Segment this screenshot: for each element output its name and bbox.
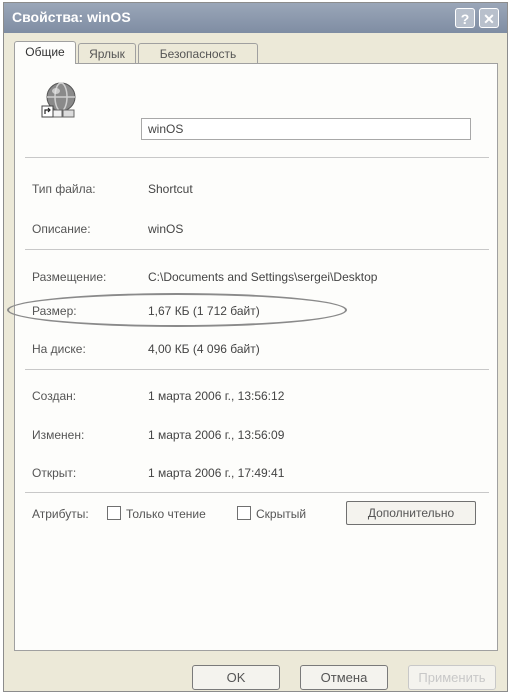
created-label: Создан:	[32, 389, 77, 403]
title-bar[interactable]: Свойства: winOS ? ✕	[4, 3, 507, 33]
separator	[25, 249, 489, 250]
accessed-value: 1 марта 2006 г., 17:49:41	[148, 466, 285, 480]
location-value: C:\Documents and Settings\sergei\Desktop	[148, 270, 378, 284]
separator	[25, 369, 489, 370]
attributes-label: Атрибуты:	[32, 507, 89, 521]
window-title: Свойства: winOS	[12, 9, 131, 25]
network-globe-shortcut-icon	[41, 80, 81, 120]
hidden-label[interactable]: Скрытый	[256, 507, 306, 521]
separator	[25, 157, 489, 158]
type-value: Shortcut	[148, 182, 193, 196]
file-name-field[interactable]: winOS	[141, 118, 471, 140]
properties-dialog: Свойства: winOS ? ✕ Общие Ярлык Безопасн…	[3, 2, 508, 692]
apply-button[interactable]: Применить	[408, 665, 496, 690]
readonly-label[interactable]: Только чтение	[126, 507, 206, 521]
tab-security[interactable]: Безопасность	[138, 43, 258, 63]
cancel-button[interactable]: Отмена	[300, 665, 388, 690]
tab-shortcut[interactable]: Ярлык	[78, 43, 136, 63]
created-value: 1 марта 2006 г., 13:56:12	[148, 389, 285, 403]
modified-label: Изменен:	[32, 428, 85, 442]
help-button[interactable]: ?	[455, 8, 475, 28]
separator	[25, 492, 489, 493]
disk-size-value: 4,00 КБ (4 096 байт)	[148, 342, 260, 356]
tab-general[interactable]: Общие	[14, 41, 76, 64]
description-label: Описание:	[32, 222, 91, 236]
hidden-checkbox[interactable]	[237, 506, 251, 520]
advanced-button[interactable]: Дополнительно	[346, 501, 476, 525]
disk-size-label: На диске:	[32, 342, 86, 356]
readonly-checkbox[interactable]	[107, 506, 121, 520]
general-tab-panel: winOS Тип файла: Shortcut Описание: winO…	[7, 63, 498, 651]
type-label: Тип файла:	[32, 182, 96, 196]
highlight-ellipse	[7, 293, 347, 327]
close-button[interactable]: ✕	[479, 8, 499, 28]
modified-value: 1 марта 2006 г., 13:56:09	[148, 428, 285, 442]
description-value: winOS	[148, 222, 184, 236]
location-label: Размещение:	[32, 270, 107, 284]
accessed-label: Открыт:	[32, 466, 77, 480]
ok-button[interactable]: OK	[192, 665, 280, 690]
